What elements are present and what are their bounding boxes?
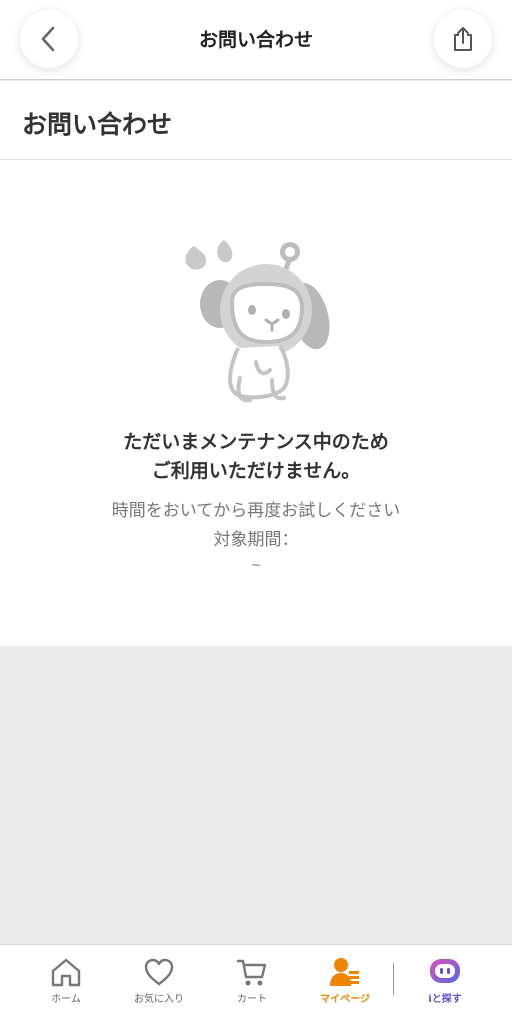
mascot-illustration bbox=[185, 240, 330, 403]
mypage-icon bbox=[330, 958, 359, 986]
retry-message: 時間をおいてから再度お試しください bbox=[111, 501, 401, 521]
ai-search-icon bbox=[430, 959, 460, 983]
nav-label-cart: カート bbox=[237, 994, 267, 1005]
nav-item-ai-search[interactable]: iと探す bbox=[405, 957, 485, 1011]
nav-label-ai-search: iと探す bbox=[428, 994, 462, 1005]
nav-label-home: ホーム bbox=[51, 994, 81, 1005]
maintenance-details: 時間をおいてから再度お試しください 対象期間： bbox=[0, 497, 512, 555]
share-icon bbox=[454, 27, 472, 51]
maintenance-message: ただいまメンテナンス中のため ご利用いただけません。 bbox=[0, 428, 512, 486]
period-label: 対象期間： bbox=[213, 530, 299, 550]
section-title: お問い合わせ bbox=[22, 110, 173, 139]
nav-divider bbox=[393, 963, 394, 995]
nav-label-mypage: マイページ bbox=[320, 994, 370, 1005]
maintenance-line-2: ご利用いただけません。 bbox=[151, 460, 361, 482]
bottom-nav: ホーム お気に入り カート マイページ iと探す bbox=[0, 944, 512, 1024]
nav-item-home[interactable]: ホーム bbox=[26, 957, 106, 1011]
period-value: ~ bbox=[250, 558, 262, 573]
nav-item-favorites[interactable]: お気に入り bbox=[119, 957, 199, 1011]
top-bar: お問い合わせ bbox=[0, 0, 512, 80]
section-header: お問い合わせ bbox=[0, 81, 512, 160]
nav-item-mypage[interactable]: マイページ bbox=[305, 957, 385, 1011]
nav-item-cart[interactable]: カート bbox=[212, 957, 292, 1011]
maintenance-panel: ただいまメンテナンス中のため ご利用いただけません。 時間をおいてから再度お試し… bbox=[0, 160, 512, 646]
home-icon bbox=[51, 958, 81, 987]
share-button[interactable] bbox=[434, 10, 492, 68]
nav-label-favorites: お気に入り bbox=[134, 994, 184, 1005]
cart-icon bbox=[236, 959, 267, 986]
heart-icon bbox=[144, 958, 174, 986]
maintenance-line-1: ただいまメンテナンス中のため bbox=[123, 431, 389, 453]
